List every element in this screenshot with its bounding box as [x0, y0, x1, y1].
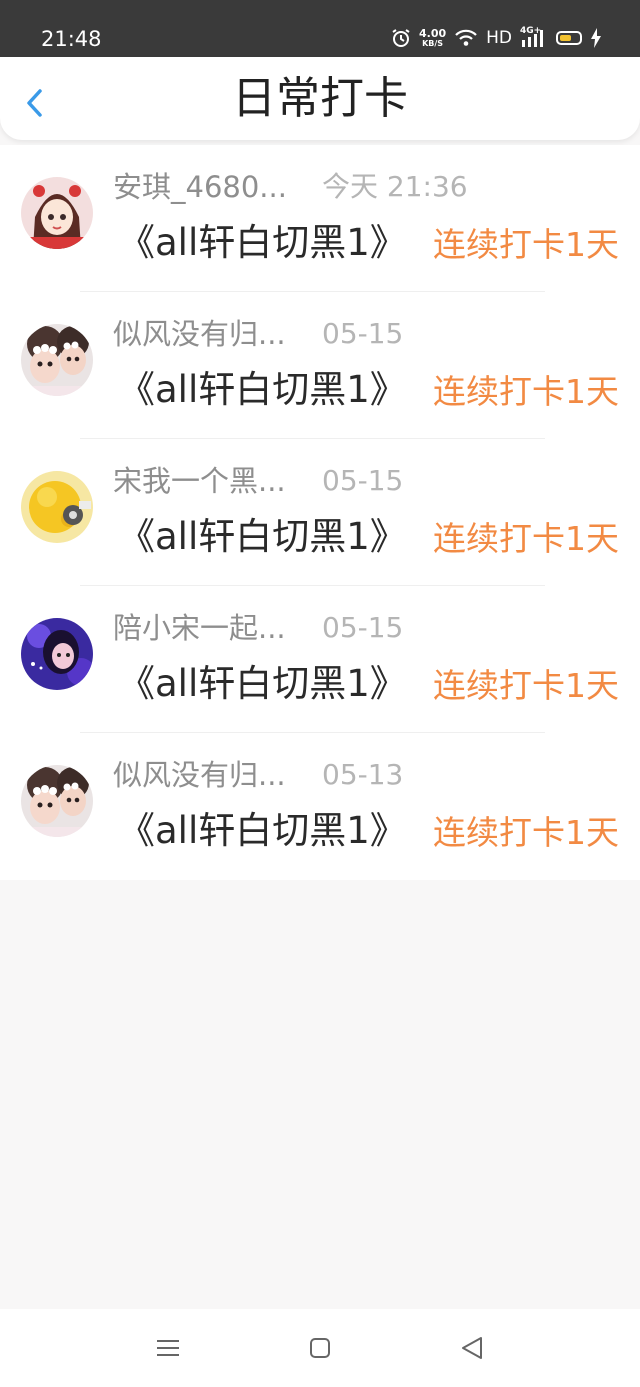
username: 似风没有归...: [113, 317, 286, 351]
checkin-time: 05-13: [322, 758, 404, 791]
signal-icon: 4G+: [520, 26, 548, 48]
book-title[interactable]: 《all轩白切黑1》: [118, 808, 407, 854]
streak-label: 连续打卡1天: [433, 666, 619, 705]
checkin-item[interactable]: 安琪_4680... 今天 21:36 《all轩白切黑1》 连续打卡1天: [0, 145, 640, 292]
wifi-icon: [455, 29, 477, 46]
back-triangle-icon: [462, 1337, 482, 1359]
checkin-time: 今天 21:36: [322, 170, 468, 203]
checkin-item[interactable]: 宋我一个黑... 05-15 《all轩白切黑1》 连续打卡1天: [0, 439, 640, 586]
book-title[interactable]: 《all轩白切黑1》: [118, 367, 407, 413]
home-square-icon: [310, 1338, 330, 1358]
username: 宋我一个黑...: [113, 464, 286, 498]
streak-label: 连续打卡1天: [433, 225, 619, 264]
charging-icon: [591, 28, 601, 48]
hd-label: HD: [486, 28, 512, 48]
checkin-item[interactable]: 似风没有归... 05-13 《all轩白切黑1》 连续打卡1天: [0, 733, 640, 880]
back-nav-button[interactable]: [455, 1331, 489, 1365]
page-title: 日常打卡: [232, 73, 408, 124]
checkin-item[interactable]: 陪小宋一起... 05-15 《all轩白切黑1》 连续打卡1天: [0, 586, 640, 733]
net-speed-value: 4.00: [418, 27, 447, 40]
username: 陪小宋一起...: [113, 611, 286, 645]
net-speed: 4.00 KB/S: [419, 28, 446, 48]
avatar-yellow-chick[interactable]: [21, 471, 93, 543]
book-title[interactable]: 《all轩白切黑1》: [118, 220, 407, 266]
battery-icon: [556, 31, 582, 45]
home-button[interactable]: [303, 1331, 337, 1365]
streak-label: 连续打卡1天: [433, 372, 619, 411]
book-title[interactable]: 《all轩白切黑1》: [118, 661, 407, 707]
username: 安琪_4680...: [113, 170, 287, 204]
net-speed-unit: KB/S: [422, 39, 444, 48]
streak-label: 连续打卡1天: [433, 519, 619, 558]
status-icons: 4.00 KB/S HD 4G+: [391, 23, 602, 53]
avatar-purple-portrait[interactable]: [21, 618, 93, 690]
status-time: 21:48: [41, 27, 102, 51]
username: 似风没有归...: [113, 758, 286, 792]
checkin-time: 05-15: [322, 464, 404, 497]
menu-icon: [157, 1340, 179, 1356]
checkin-time: 05-15: [322, 611, 404, 644]
alarm-icon: [392, 29, 410, 47]
checkin-time: 05-15: [322, 317, 404, 350]
book-title[interactable]: 《all轩白切黑1》: [118, 514, 407, 560]
streak-label: 连续打卡1天: [433, 813, 619, 852]
menu-button[interactable]: [151, 1331, 185, 1365]
avatar-anime-girl[interactable]: [21, 177, 93, 249]
system-nav-bar: [0, 1309, 640, 1387]
status-bar: 21:48 4.00 KB/S HD 4G+: [0, 0, 640, 57]
checkin-list: 安琪_4680... 今天 21:36 《all轩白切黑1》 连续打卡1天 似风: [0, 145, 640, 880]
header: 日常打卡: [0, 57, 640, 140]
checkin-item[interactable]: 似风没有归... 05-15 《all轩白切黑1》 连续打卡1天: [0, 292, 640, 439]
avatar-two-kids[interactable]: [21, 324, 93, 396]
avatar-two-kids[interactable]: [21, 765, 93, 837]
